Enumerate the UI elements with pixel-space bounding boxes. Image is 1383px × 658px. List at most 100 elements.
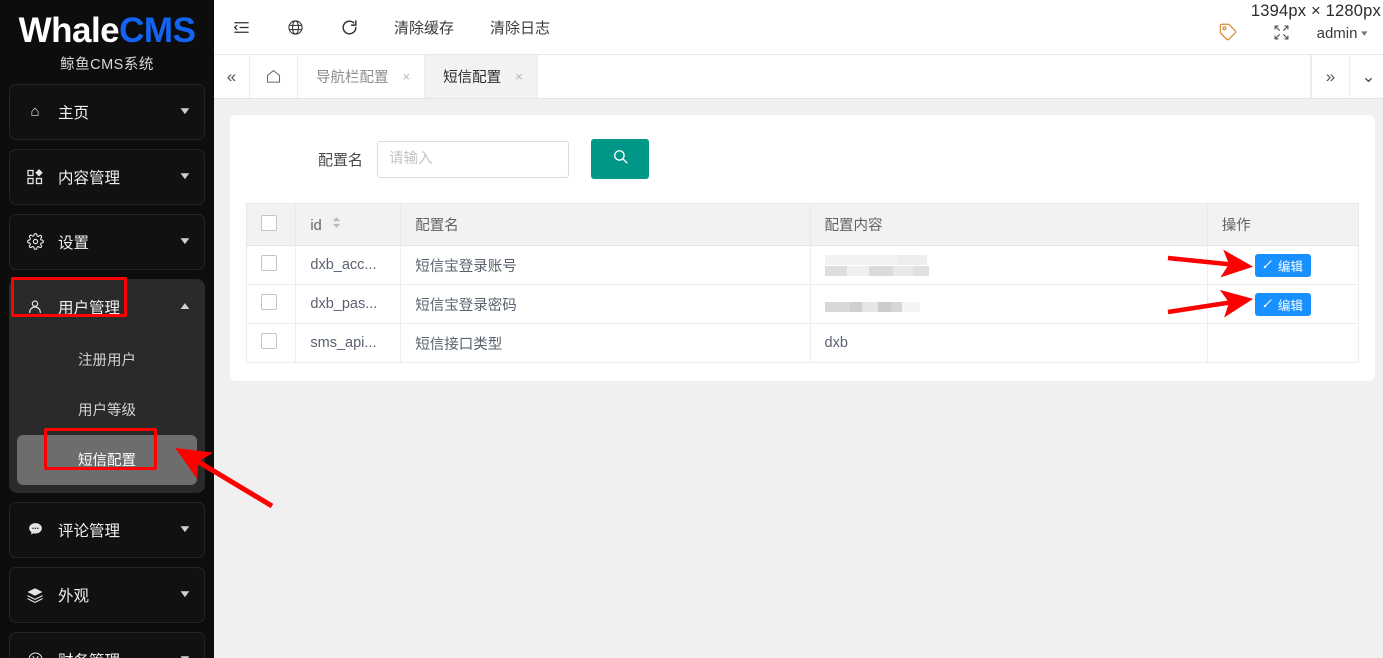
search-form: 配置名 [230,115,1375,203]
sms-config-card: 配置名 请输入 id 配置名 配置内容 操作 dxb_acc... 短信宝登录账… [230,115,1375,381]
sidebar-item-content-label: 内容管理 [58,169,121,187]
chevron-down-icon: ▼ [177,171,193,183]
cell-id: sms_api... [295,323,402,363]
close-icon[interactable]: × [403,69,411,84]
config-table-wrap: id 配置名 配置内容 操作 dxb_acc... 短信宝登录账号 编辑 dxb… [230,203,1375,363]
table-head: id 配置名 配置内容 操作 [245,203,1360,246]
header-config-name: 配置名 [400,203,811,246]
sidebar-group-appearance: 外观 ▼ [9,566,205,623]
tabs-scroll-left-button[interactable]: « [214,55,250,98]
header-config-content: 配置内容 [810,203,1208,246]
edit-button-label: 编辑 [1277,259,1303,274]
cell-config-name: 短信宝登录密码 [400,284,811,324]
table-row[interactable]: dxb_pas... 短信宝登录密码 编辑 [245,284,1360,324]
user-menu-label: admin [1316,24,1358,42]
search-input[interactable] [377,140,570,178]
tab-bar: « 导航栏配置 × 短信配置 × » ⌄ [214,55,1383,99]
table-row[interactable]: sms_api... 短信接口类型 dxb [245,323,1360,363]
user-menu[interactable]: admin ▾ [1309,25,1375,42]
table-header-row: id 配置名 配置内容 操作 [245,203,1360,246]
sidebar-item-user-management[interactable]: 用户管理 ▲ [9,279,205,335]
row-checkbox[interactable] [261,255,277,271]
cell-id: dxb_pas... [295,284,402,324]
user-icon [24,299,46,315]
row-checkbox-cell [245,284,297,324]
sidebar-item-sms-config-label: 短信配置 [78,453,136,470]
header-id[interactable]: id [295,203,402,246]
tab-nav-config-label: 导航栏配置 [316,70,389,86]
sidebar-item-user-management-label: 用户管理 [58,299,121,317]
cell-config-name: 短信接口类型 [400,323,811,363]
brand-title: WhaleCMS [0,12,214,50]
clear-cache-button[interactable]: 清除缓存 [376,0,472,55]
search-button[interactable] [591,139,650,179]
tab-nav-config[interactable]: 导航栏配置 × [298,55,426,98]
content-area: 配置名 请输入 id 配置名 配置内容 操作 dxb_acc... 短信宝登录账… [214,99,1383,658]
clear-log-button[interactable]: 清除日志 [472,0,568,55]
row-checkbox[interactable] [261,333,277,349]
cell-config-content-redacted [810,245,1208,285]
sidebar-submenu-user-management: 注册用户 用户等级 短信配置 [9,335,205,485]
tabs-scroll-right-button[interactable]: » [1311,55,1349,98]
sidebar-item-user-levels[interactable]: 用户等级 [17,385,197,435]
viewport-size-badge: 1394px × 1280px [1250,2,1381,20]
brand-title-first: Whale [18,11,120,50]
cell-config-name: 短信宝登录账号 [400,245,811,285]
row-checkbox[interactable] [261,294,277,310]
menu-collapse-icon[interactable] [214,0,268,55]
sidebar: WhaleCMS 鲸鱼CMS系统 ⌂ 主页 ▼ 内容管理 ▼ 设置 ▼ 用户管理… [0,0,214,658]
gear-icon [24,233,46,251]
yen-icon [24,651,46,658]
sidebar-group-content: 内容管理 ▼ [9,148,205,205]
tabs-dropdown-button[interactable]: ⌄ [1349,55,1383,98]
select-all-checkbox[interactable] [261,214,277,231]
cell-config-content: dxb [810,323,1208,363]
edit-button[interactable]: 编辑 [1254,253,1311,277]
sidebar-item-appearance[interactable]: 外观 ▼ [9,566,205,623]
sort-icon[interactable] [332,216,341,229]
sidebar-item-comments[interactable]: 评论管理 ▼ [9,501,205,558]
search-label: 配置名 [318,151,364,169]
refresh-icon[interactable] [322,0,376,55]
cell-config-content-redacted [810,284,1208,324]
tab-bar-filler [538,55,1311,98]
sidebar-item-finance[interactable]: 财务管理 ▼ [9,631,205,658]
sidebar-item-settings-label: 设置 [58,234,90,252]
layers-icon [24,586,46,604]
tab-home-button[interactable] [250,55,298,98]
edit-button[interactable]: 编辑 [1254,292,1311,316]
chevron-down-icon: ▼ [177,524,193,536]
cell-operation: 编辑 [1207,245,1360,285]
sidebar-item-content[interactable]: 内容管理 ▼ [9,148,205,205]
table-row[interactable]: dxb_acc... 短信宝登录账号 编辑 [245,245,1360,285]
tag-icon[interactable] [1201,5,1255,60]
row-checkbox-cell [245,323,297,363]
tab-sms-config[interactable]: 短信配置 × [425,55,538,98]
cell-operation: 编辑 [1207,284,1360,324]
header-select-all [245,203,297,246]
close-icon[interactable]: × [515,69,523,84]
pencil-icon [1263,259,1273,272]
sidebar-item-user-levels-label: 用户等级 [78,403,136,420]
cell-operation [1207,323,1360,363]
redacted-value [824,254,1193,276]
sidebar-item-settings[interactable]: 设置 ▼ [9,213,205,270]
config-table: id 配置名 配置内容 操作 dxb_acc... 短信宝登录账号 编辑 dxb… [245,203,1360,363]
home-icon: ⌂ [30,103,40,121]
globe-icon[interactable] [268,0,322,55]
sidebar-item-sms-config[interactable]: 短信配置 [17,434,197,485]
edit-button-label: 编辑 [1277,298,1303,313]
sidebar-item-registered-users-label: 注册用户 [78,353,136,370]
app-root: WhaleCMS 鲸鱼CMS系统 ⌂ 主页 ▼ 内容管理 ▼ 设置 ▼ 用户管理… [0,0,1383,658]
content-grid-icon [24,168,46,185]
table-body: dxb_acc... 短信宝登录账号 编辑 dxb_pas... 短信宝登录密码… [245,245,1360,363]
sidebar-group-comments: 评论管理 ▼ [9,501,205,558]
chevron-down-icon: ▾ [1361,27,1368,38]
sidebar-item-home[interactable]: ⌂ 主页 ▼ [9,83,205,140]
brand-subtitle: 鲸鱼CMS系统 [60,56,154,73]
sidebar-item-appearance-label: 外观 [58,587,90,605]
sidebar-group-finance: 财务管理 ▼ [9,631,205,658]
search-icon [612,148,629,170]
comment-icon [24,521,46,538]
sidebar-item-registered-users[interactable]: 注册用户 [17,335,197,385]
